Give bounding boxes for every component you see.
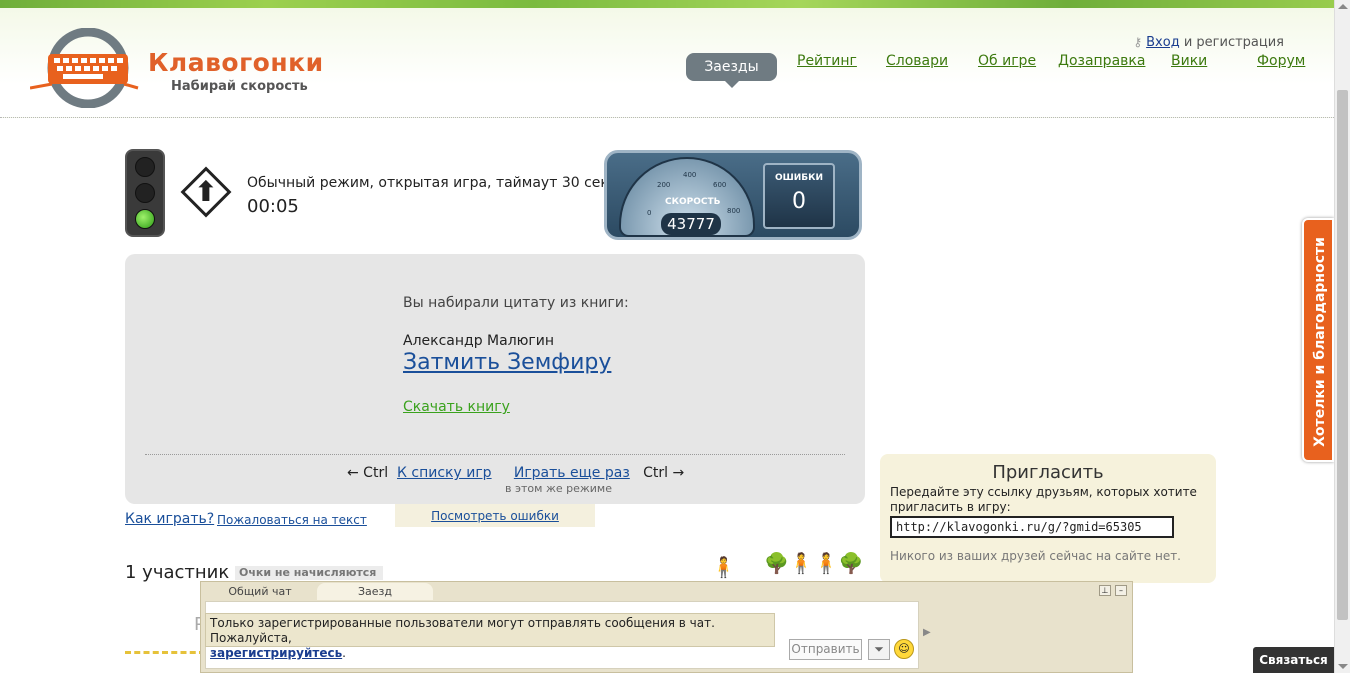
chat-expand-arrow-icon[interactable]: ▶ <box>923 627 931 638</box>
divider <box>145 454 845 455</box>
invite-no-friends: Никого из ваших друзей сейчас на сайте н… <box>890 549 1181 563</box>
traffic-light-icon <box>125 149 165 237</box>
game-list-link[interactable]: К списку игр <box>397 465 492 481</box>
traffic-lamp-red <box>135 157 155 177</box>
scrollbar[interactable] <box>1334 0 1350 673</box>
speedometer-icon: 0 200 400 600 800 СКОРОСТЬ 43777 <box>619 157 755 237</box>
players-group-icon: 🌳🧍🧍🌳 <box>764 551 864 575</box>
next-key-hint: Ctrl → <box>643 465 685 481</box>
chat-tabs: Общий чат Заезд ⊥ – <box>201 582 1132 600</box>
result-navigation: ← Ctrl К списку игр Играть еще раз Ctrl … <box>347 465 684 481</box>
pin-icon[interactable]: ⊥ <box>1099 585 1111 596</box>
nav-link-refuel[interactable]: Дозаправка <box>1058 53 1145 69</box>
nav-item-refuel[interactable]: Дозаправка <box>1058 53 1145 83</box>
login-link[interactable]: Вход <box>1146 35 1180 50</box>
howto-link[interactable]: Как играть? <box>125 511 214 527</box>
prev-key-hint: ← Ctrl <box>347 465 389 481</box>
nav-link-about[interactable]: Об игре <box>978 53 1036 69</box>
dashboard: 0 200 400 600 800 СКОРОСТЬ 43777 ОШИБКИ … <box>604 150 862 240</box>
speed-value: 43777 <box>661 213 721 235</box>
result-panel: Вы набирали цитату из книги: Александр М… <box>125 254 865 504</box>
speed-label: СКОРОСТЬ <box>665 197 721 207</box>
chat-send-button[interactable]: Отправить <box>789 639 862 660</box>
track-dashes <box>125 651 205 654</box>
chat-notice-text: Только зарегистрированные пользователи м… <box>210 616 715 645</box>
chat-panel: Общий чат Заезд ⊥ – Только зарегистриров… <box>200 581 1133 673</box>
filter-icon[interactable]: ⏷ <box>868 639 890 660</box>
login-area: ⚷ Вход и регистрация <box>1133 35 1284 50</box>
errors-box: ОШИБКИ 0 <box>763 163 835 229</box>
contact-button[interactable]: Связаться <box>1253 647 1334 673</box>
nav-item-wiki[interactable]: Вики <box>1171 53 1207 83</box>
brand-slogan: Набирай скорость <box>171 79 308 94</box>
chat-notice-end: . <box>342 646 346 660</box>
scroll-down-icon[interactable] <box>1338 664 1348 669</box>
game-mode-text: Обычный режим, открытая игра, таймаут 30… <box>247 175 609 191</box>
speed-tick: 0 <box>647 209 652 217</box>
minimize-icon[interactable]: – <box>1115 585 1127 596</box>
book-author: Александр Малюгин <box>403 333 555 349</box>
invite-description: Передайте эту ссылку друзьям, которых хо… <box>890 485 1197 514</box>
view-errors-link[interactable]: Посмотреть ошибки <box>431 509 559 523</box>
invite-url-field[interactable]: http://klavogonki.ru/g/?gmid=65305 <box>890 516 1174 538</box>
chat-tab-race[interactable]: Заезд <box>317 583 433 600</box>
steering-wheel-icon <box>30 28 139 108</box>
errors-label: ОШИБКИ <box>774 173 824 183</box>
header-decoration <box>0 0 1334 8</box>
nav-link-dictionaries[interactable]: Словари <box>886 53 948 69</box>
nav-item-about[interactable]: Об игре <box>978 53 1036 83</box>
play-again-link[interactable]: Играть еще раз <box>514 465 630 481</box>
complain[interactable]: Пожаловаться на текст <box>217 513 367 527</box>
invite-title: Пригласить <box>992 462 1104 483</box>
no-points-badge: Очки не начисляются <box>235 566 383 580</box>
book-title[interactable]: Затмить Земфиру <box>403 350 611 375</box>
chat-notice: Только зарегистрированные пользователи м… <box>205 613 775 660</box>
nav-item-rating[interactable]: Рейтинг <box>797 53 857 83</box>
errors-value: 0 <box>792 189 806 214</box>
player-avatar-icon: 🧍 <box>711 555 736 579</box>
traffic-lamp-green <box>135 209 155 229</box>
smile-icon[interactable]: ☺ <box>894 639 914 659</box>
scroll-up-icon[interactable] <box>1338 4 1348 9</box>
view-errors[interactable]: Посмотреть ошибки <box>395 504 595 527</box>
participants-count: 1 участник <box>125 562 230 583</box>
book-title-link[interactable]: Затмить Земфиру <box>403 350 611 375</box>
traffic-lamp-yellow <box>135 183 155 203</box>
download-book-link[interactable]: Скачать книгу <box>403 399 510 415</box>
road-sign-arrow-icon: ⬆ <box>194 175 218 208</box>
login-rest-text: и регистрация <box>1183 35 1284 50</box>
key-icon: ⚷ <box>1133 35 1143 49</box>
play-again-sub: в этом же режиме <box>505 482 612 495</box>
nav-item-forum[interactable]: Форум <box>1257 53 1305 83</box>
feedback-side-tab-label: Хотелки и благодарности <box>1312 237 1328 447</box>
register-link[interactable]: зарегистрируйтесь <box>210 646 342 660</box>
invite-panel: Пригласить Передайте эту ссылку друзьям,… <box>880 454 1216 583</box>
header: Клавогонки Набирай скорость ⚷ Вход и реги… <box>0 8 1334 118</box>
speed-tick: 400 <box>683 171 697 179</box>
nav-item-races[interactable]: Заезды <box>686 53 777 88</box>
quote-intro: Вы набирали цитату из книги: <box>403 295 629 311</box>
scrollbar-thumb[interactable] <box>1337 90 1348 620</box>
feedback-side-tab[interactable]: Хотелки и благодарности <box>1302 218 1334 462</box>
game-timer: 00:05 <box>247 196 299 217</box>
nav-link-forum[interactable]: Форум <box>1257 53 1305 69</box>
nav-link-wiki[interactable]: Вики <box>1171 53 1207 69</box>
download-book[interactable]: Скачать книгу <box>403 399 510 415</box>
complain-link[interactable]: Пожаловаться на текст <box>217 513 367 527</box>
howto[interactable]: Как играть? <box>125 511 214 527</box>
speed-tick: 800 <box>727 207 741 215</box>
nav-item-dictionaries[interactable]: Словари <box>886 53 948 83</box>
brand-title[interactable]: Клавогонки <box>148 48 324 77</box>
speed-tick: 200 <box>657 181 671 189</box>
speed-tick: 600 <box>713 181 727 189</box>
chat-tab-general[interactable]: Общий чат <box>207 583 313 600</box>
nav-link-rating[interactable]: Рейтинг <box>797 53 857 69</box>
